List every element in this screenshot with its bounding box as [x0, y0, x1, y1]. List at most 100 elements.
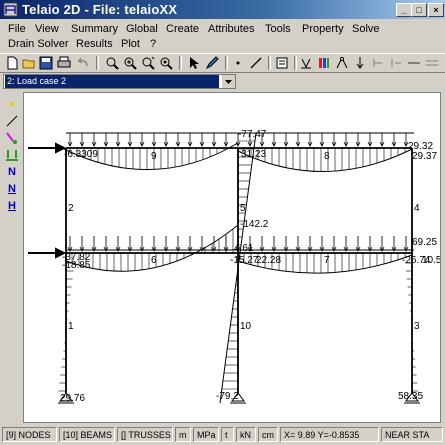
column-label-2: 2	[68, 203, 74, 214]
new-icon[interactable]	[4, 55, 20, 71]
menu-summary[interactable]: Summary	[71, 22, 118, 36]
status-unit-stress[interactable]: MPa	[193, 427, 219, 442]
load-arrow	[199, 133, 205, 147]
toolbar-separator	[179, 56, 182, 70]
load-arrow	[367, 133, 373, 147]
load-arrow	[331, 133, 337, 147]
horizontal-force-mid-arrow	[28, 247, 67, 259]
status-snap-mode[interactable]: NEAR STA	[381, 427, 443, 442]
align-icon[interactable]	[388, 55, 404, 71]
column-label-1: 1	[68, 321, 74, 332]
load-arrow	[175, 133, 181, 147]
load-icon[interactable]	[352, 55, 368, 71]
column-label-3: 3	[414, 321, 420, 332]
menu-bar: File View Summary Global Create Attribut…	[0, 20, 445, 52]
load-arrow	[307, 133, 313, 147]
line-icon[interactable]	[248, 55, 264, 71]
minimize-button[interactable]: _	[396, 3, 412, 17]
menu-help[interactable]: ?	[150, 37, 156, 51]
moment-value: 22.28	[256, 255, 281, 266]
normal-tool[interactable]: N	[4, 181, 20, 197]
moment-value: -15.27	[230, 255, 259, 266]
load-arrow	[331, 236, 337, 252]
moment-value: 29.76	[60, 393, 85, 404]
undo-icon[interactable]	[75, 55, 91, 71]
edit-icon[interactable]	[370, 55, 386, 71]
load-arrow	[139, 133, 145, 147]
supports-icon[interactable]	[298, 55, 314, 71]
zoom-in-icon[interactable]	[122, 55, 138, 71]
status-coordinates: X= 9.89 Y=-0.8535	[280, 427, 379, 442]
line-tool-icon[interactable]	[4, 113, 20, 129]
horizontal-force-top-arrow	[28, 142, 67, 154]
load-arrow	[271, 133, 277, 147]
load-arrow	[139, 236, 145, 252]
load-arrow	[379, 236, 385, 252]
load-arrow	[115, 133, 121, 147]
load-arrow	[343, 133, 349, 147]
menu-tools[interactable]: Tools	[265, 22, 291, 36]
spring-icon[interactable]	[406, 55, 422, 71]
load-arrow	[295, 133, 301, 147]
section-icon[interactable]	[424, 55, 440, 71]
print-icon[interactable]	[56, 55, 72, 71]
menu-attributes[interactable]: Attributes	[208, 22, 254, 36]
load-arrow	[211, 133, 217, 147]
status-unit-force[interactable]: kN	[236, 427, 256, 442]
menu-plot[interactable]: Plot	[121, 37, 140, 51]
drawing-canvas[interactable]: 9 8 6 7 2 5 4 1 10 3 -77.47 -6.3309 31.2…	[23, 92, 441, 423]
menu-create[interactable]: Create	[166, 22, 199, 36]
load-arrow	[115, 236, 121, 252]
save-icon[interactable]	[38, 55, 54, 71]
support-tool-icon[interactable]	[4, 147, 20, 163]
zoom-extents-icon[interactable]	[158, 55, 174, 71]
load-arrow	[391, 236, 397, 252]
zoom-window-icon[interactable]	[140, 55, 156, 71]
normal-label: N	[8, 183, 16, 195]
point-icon[interactable]	[230, 55, 246, 71]
horizontal-tool[interactable]: H	[4, 198, 20, 214]
status-unit-length[interactable]: m	[175, 427, 191, 442]
load-arrow	[163, 236, 169, 252]
load-arrow	[79, 133, 85, 147]
moment-value: -79.2	[216, 391, 239, 402]
menu-solve[interactable]: Solve	[352, 22, 380, 36]
status-unit-section[interactable]: cm	[258, 427, 278, 442]
properties-icon[interactable]	[274, 55, 290, 71]
menu-property[interactable]: Property	[302, 22, 344, 36]
hinge-icon[interactable]	[334, 55, 350, 71]
menu-global[interactable]: Global	[126, 22, 158, 36]
open-icon[interactable]	[21, 55, 37, 71]
highlight-tool-icon[interactable]	[4, 96, 20, 112]
menu-drain-solver[interactable]: Drain Solver	[8, 37, 69, 51]
deform-tool-icon[interactable]	[4, 130, 20, 146]
zoom-out-icon[interactable]	[104, 55, 120, 71]
toolbar-separator	[96, 56, 99, 70]
column-label-10: 10	[240, 321, 252, 332]
load-arrow	[103, 236, 109, 252]
menu-file[interactable]: File	[8, 22, 26, 36]
select-arrow-icon[interactable]	[186, 55, 202, 71]
menu-results[interactable]: Results	[76, 37, 113, 51]
materials-icon[interactable]	[316, 55, 332, 71]
load-arrow	[91, 236, 97, 252]
load-case-select[interactable]: 2: Load case 2	[3, 74, 236, 89]
beam-label-9: 9	[151, 151, 157, 162]
axial-force-tool[interactable]: N	[4, 164, 20, 180]
moment-value: -6.3309	[64, 149, 98, 160]
load-arrow	[271, 236, 277, 252]
toolbar	[0, 53, 445, 73]
load-arrow	[355, 133, 361, 147]
load-arrow	[187, 236, 193, 252]
load-arrow	[259, 236, 265, 252]
pencil-icon[interactable]	[204, 55, 220, 71]
menu-view[interactable]: View	[35, 22, 59, 36]
maximize-button[interactable]: □	[411, 3, 427, 17]
load-arrow	[283, 133, 289, 147]
chevron-down-icon[interactable]	[221, 75, 235, 88]
load-arrow	[163, 133, 169, 147]
window-title: Telaio 2D - File: telaioXX	[22, 2, 178, 17]
load-case-value: 2: Load case 2	[5, 75, 219, 88]
status-unit-time[interactable]: t	[221, 427, 234, 442]
close-button[interactable]: ×	[428, 3, 444, 17]
